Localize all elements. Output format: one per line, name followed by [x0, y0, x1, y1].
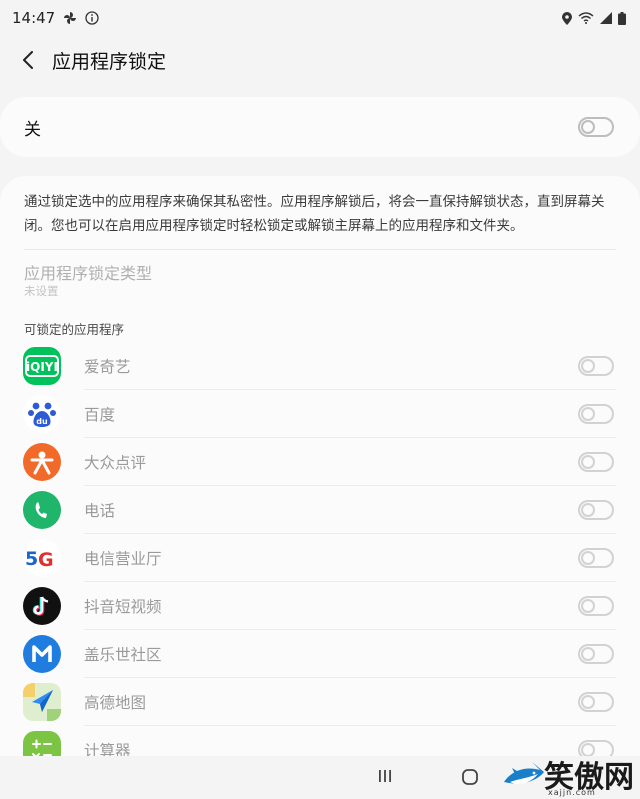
svg-text:G: G: [38, 549, 54, 570]
page-title: 应用程序锁定: [52, 50, 167, 73]
app-name: 抖音短视频: [84, 598, 162, 616]
pinwheel-icon: [63, 11, 77, 25]
app-list: iQIYI 爱奇艺 du 百度 大众点评 电话 5 G 电信营业厅 抖音短视频 …: [0, 342, 640, 756]
app-name: 爱奇艺: [84, 358, 131, 376]
back-button[interactable]: [6, 38, 50, 82]
app-row-phone[interactable]: 电话: [0, 486, 640, 534]
galaxy-members-icon: [23, 635, 61, 673]
shark-logo-icon: [504, 762, 544, 784]
app-name: 电话: [84, 502, 116, 520]
douyin-icon: [23, 587, 61, 625]
app-name: 大众点评: [84, 454, 147, 472]
dianping-icon: [23, 443, 61, 481]
svg-text:du: du: [36, 417, 48, 426]
iqiyi-icon: iQIYI: [23, 347, 61, 385]
watermark-sub: xajjn.com: [548, 788, 596, 797]
amap-icon: [23, 683, 61, 721]
app-name: 百度: [84, 406, 116, 424]
baidu-icon: du: [23, 395, 61, 433]
app-bar: 应用程序锁定: [0, 38, 640, 82]
calculator-icon: [23, 731, 61, 756]
app-row-galaxy-members[interactable]: 盖乐世社区: [0, 630, 640, 678]
svg-text:iQIYI: iQIYI: [26, 360, 58, 374]
apps-section-label: 可锁定的应用程序: [24, 322, 125, 337]
watermark-logo: 笑傲网 xajjn.com: [502, 750, 640, 799]
status-bar: 14:47: [0, 0, 640, 36]
battery-icon: [618, 11, 626, 25]
app-lock-toggle[interactable]: [578, 548, 614, 568]
phone-icon: [23, 491, 61, 529]
divider: [24, 249, 616, 250]
app-row-iqiyi[interactable]: iQIYI 爱奇艺: [0, 342, 640, 390]
app-lock-toggle[interactable]: [578, 644, 614, 664]
app-row-amap[interactable]: 高德地图: [0, 678, 640, 726]
home-icon[interactable]: [461, 768, 479, 790]
wifi-icon: [578, 12, 594, 24]
app-lock-toggle[interactable]: [578, 356, 614, 376]
signal-icon: [600, 12, 612, 24]
master-switch-toggle[interactable]: [578, 117, 614, 137]
master-switch-row[interactable]: 关: [0, 97, 640, 157]
master-switch-label: 关: [24, 119, 41, 140]
lock-type-title[interactable]: 应用程序锁定类型: [24, 260, 152, 284]
app-row-dianping[interactable]: 大众点评: [0, 438, 640, 486]
lock-type-value: 未设置: [24, 284, 59, 298]
app-lock-toggle[interactable]: [578, 500, 614, 520]
status-time: 14:47: [12, 9, 56, 27]
app-name: 高德地图: [84, 694, 147, 712]
back-arrow-icon: [23, 51, 33, 69]
app-name: 计算器: [84, 742, 131, 756]
location-icon: [562, 11, 572, 25]
app-name: 电信营业厅: [84, 550, 162, 568]
app-row-baidu[interactable]: du 百度: [0, 390, 640, 438]
app-lock-toggle[interactable]: [578, 452, 614, 472]
app-row-telecom[interactable]: 5G 电信营业厅: [0, 534, 640, 582]
recent-apps-icon[interactable]: [377, 768, 393, 788]
telecom-5g-icon: 5G: [23, 539, 61, 577]
app-row-douyin[interactable]: 抖音短视频: [0, 582, 640, 630]
settings-card: 通过锁定选中的应用程序来确保其私密性。应用程序解锁后，将会一直保持解锁状态，直到…: [0, 176, 640, 756]
app-lock-toggle[interactable]: [578, 404, 614, 424]
app-lock-toggle[interactable]: [578, 596, 614, 616]
svg-text:5: 5: [25, 548, 38, 570]
app-name: 盖乐世社区: [84, 646, 162, 664]
app-lock-toggle[interactable]: [578, 692, 614, 712]
info-icon: [85, 11, 99, 25]
description-text: 通过锁定选中的应用程序来确保其私密性。应用程序解锁后，将会一直保持解锁状态，直到…: [24, 194, 605, 234]
